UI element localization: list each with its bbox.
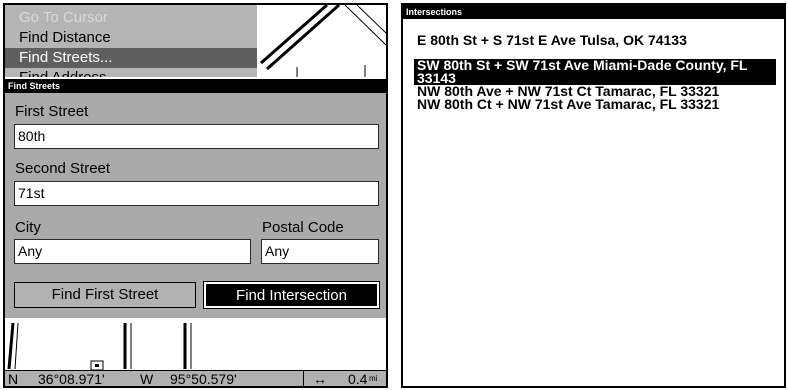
city-input[interactable]: Any [14, 239, 251, 264]
find-streets-dialog: Find Streets First Street 80th Second St… [5, 79, 386, 318]
postal-code-input[interactable]: Any [261, 239, 379, 264]
menu-item-find-streets[interactable]: Find Streets... [5, 48, 257, 68]
first-street-input[interactable]: 80th [14, 124, 379, 149]
menu-item-find-address[interactable]: Find Address [19, 68, 107, 77]
menu-item-go-to-cursor[interactable]: Go To Cursor [19, 8, 108, 28]
second-street-label: Second Street [15, 160, 111, 177]
find-streets-screen: Go To Cursor Find Distance Find Streets.… [3, 3, 388, 388]
intersection-result-1[interactable]: E 80th St + S 71st E Ave Tulsa, OK 74133 [414, 33, 776, 47]
longitude-hemisphere: W [140, 371, 154, 387]
find-intersection-button[interactable]: Find Intersection [203, 281, 380, 309]
map-scale-unit: mi [369, 374, 378, 383]
longitude-readout: 95°50.579' [170, 371, 237, 387]
intersections-title: Intersections [403, 5, 784, 19]
postal-code-label: Postal Code [262, 219, 344, 236]
intersection-result-4[interactable]: NW 80th Ct + NW 71st Ave Tamarac, FL 333… [414, 97, 776, 111]
city-label: City [15, 219, 41, 236]
intersections-screen: Intersections E 80th St + S 71st E Ave T… [401, 3, 786, 388]
dialog-title: Find Streets [5, 79, 386, 93]
menu-item-find-distance[interactable]: Find Distance [19, 28, 111, 48]
latitude-hemisphere: N [8, 371, 19, 387]
find-first-street-button[interactable]: Find First Street [14, 282, 196, 308]
second-street-input[interactable]: 71st [14, 181, 379, 206]
scale-arrow-icon: ↔ [313, 371, 327, 387]
intersections-list: E 80th St + S 71st E Ave Tulsa, OK 74133… [414, 33, 776, 111]
map-scale-value: 0.4 [348, 371, 368, 387]
intersection-result-2[interactable]: SW 80th St + SW 71st Ave Miami-Dade Coun… [414, 58, 776, 85]
first-street-label: First Street [15, 103, 89, 120]
latitude-readout: 36°08.971' [38, 371, 105, 387]
status-bar: N 36°08.971' W 95°50.579' ↔ 0.4 mi [5, 370, 386, 387]
context-menu: Go To Cursor Find Distance Find Streets.… [5, 5, 257, 77]
